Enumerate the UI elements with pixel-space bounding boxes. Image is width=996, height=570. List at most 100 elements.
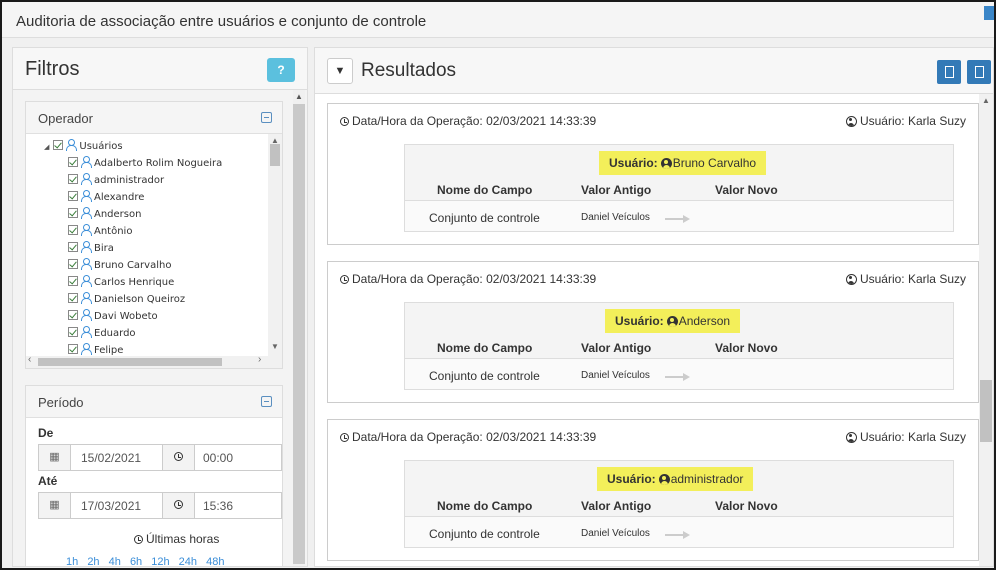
periodo-header: Período xyxy=(26,386,282,418)
tree-item[interactable]: Bruno Carvalho xyxy=(68,257,171,274)
arrow-right-icon xyxy=(665,215,691,223)
checkbox-icon[interactable] xyxy=(68,310,78,320)
scrollbar-thumb[interactable] xyxy=(980,380,992,442)
checkbox-icon[interactable] xyxy=(68,191,78,201)
results-scrollbar[interactable]: ▲ xyxy=(979,94,993,566)
ate-time-field[interactable]: 15:36 xyxy=(162,492,282,519)
cell-antigo: Daniel Veículos xyxy=(581,528,650,539)
filters-title: Filtros xyxy=(25,58,80,80)
tree-item[interactable]: Carlos Henrique xyxy=(68,274,174,291)
col-nome-campo: Nome do Campo xyxy=(437,183,533,197)
filters-scrollbar[interactable]: ▲ xyxy=(293,90,305,566)
app-window: Auditoria de associação entre usuários e… xyxy=(0,0,996,570)
change-table: Usuário: Anderson Nome do Campo Valor Ant… xyxy=(404,302,954,390)
results-header: ▼ Resultados xyxy=(315,48,993,94)
hour-link[interactable]: 6h xyxy=(130,556,142,568)
checkbox-icon[interactable] xyxy=(68,225,78,235)
tree-item[interactable]: Danielson Queiroz xyxy=(68,291,185,308)
tree-item[interactable]: Anderson xyxy=(68,206,141,223)
user-icon xyxy=(81,343,92,355)
scrollbar-thumb[interactable] xyxy=(293,104,305,564)
checkbox-icon[interactable] xyxy=(68,276,78,286)
hour-link[interactable]: 4h xyxy=(109,556,121,568)
tree-item-label: Anderson xyxy=(94,209,142,220)
expand-triangle-icon[interactable]: ◢ xyxy=(44,143,49,151)
filter-toggle-button[interactable]: ▼ xyxy=(327,58,353,84)
operador-box: Operador ◢ Usuários Adalberto Rolim Nogue… xyxy=(25,101,283,369)
results-title: Resultados xyxy=(361,60,457,81)
tree-vertical-scrollbar[interactable]: ▲ ▼ xyxy=(268,134,282,356)
operator-user: Usuário: Karla Suzy xyxy=(845,272,966,286)
user-icon xyxy=(81,241,92,253)
export-pdf-icon[interactable] xyxy=(967,60,991,84)
tree-item[interactable]: administrador xyxy=(68,172,164,189)
de-date-field[interactable]: ▦ 15/02/2021 xyxy=(38,444,164,471)
tree-item-label: Bira xyxy=(94,243,114,254)
user-icon xyxy=(81,207,92,219)
scrollbar-thumb[interactable] xyxy=(270,144,280,166)
tree-item-label: Felipe xyxy=(94,345,124,356)
tree-item[interactable]: Adalberto Rolim Nogueira xyxy=(68,155,222,172)
clock-icon xyxy=(163,493,195,518)
tree-item-label: Carlos Henrique xyxy=(94,277,175,288)
help-button[interactable]: ? xyxy=(267,58,295,82)
checkbox-icon[interactable] xyxy=(68,327,78,337)
tree-item[interactable]: Antônio xyxy=(68,223,132,240)
cell-antigo: Daniel Veículos xyxy=(581,212,650,223)
checkbox-icon[interactable] xyxy=(68,157,78,167)
scroll-up-arrow-icon[interactable]: ▲ xyxy=(295,92,303,101)
tree-item[interactable]: Bira xyxy=(68,240,114,257)
clock-icon xyxy=(340,275,349,284)
user-circle-icon xyxy=(845,274,857,285)
collapse-icon[interactable] xyxy=(261,112,272,123)
de-date-value: 15/02/2021 xyxy=(81,451,142,465)
collapse-icon[interactable] xyxy=(261,396,272,407)
user-icon xyxy=(66,139,78,151)
col-valor-antigo: Valor Antigo xyxy=(581,499,652,513)
de-time-value: 00:00 xyxy=(203,451,234,465)
checkbox-icon[interactable] xyxy=(68,208,78,218)
hour-link[interactable]: 1h xyxy=(66,556,78,568)
col-valor-antigo: Valor Antigo xyxy=(581,183,652,197)
scrollbar-thumb[interactable] xyxy=(38,358,222,366)
affected-user-badge: Usuário: Bruno Carvalho xyxy=(599,151,767,175)
checkbox-icon[interactable] xyxy=(68,174,78,184)
scroll-up-arrow-icon[interactable]: ▲ xyxy=(982,96,990,105)
ate-date-field[interactable]: ▦ 17/03/2021 xyxy=(38,492,164,519)
checkbox-icon[interactable] xyxy=(68,293,78,303)
tree-item[interactable]: Felipe xyxy=(68,342,123,356)
checkbox-icon[interactable] xyxy=(68,344,78,354)
arrow-right-icon xyxy=(665,531,691,539)
operador-header: Operador xyxy=(26,102,282,134)
scroll-down-arrow-icon[interactable]: ▼ xyxy=(271,342,279,351)
export-excel-icon[interactable] xyxy=(937,60,961,84)
tree-horizontal-scrollbar[interactable]: ‹ › xyxy=(26,354,282,368)
checkbox-icon[interactable] xyxy=(68,259,78,269)
hour-link[interactable]: 12h xyxy=(151,556,169,568)
hour-link[interactable]: 48h xyxy=(206,556,224,568)
checkbox-icon[interactable] xyxy=(53,140,64,150)
periodo-title: Período xyxy=(38,395,84,410)
clock-icon xyxy=(163,445,195,470)
calendar-icon: ▦ xyxy=(39,493,71,518)
ate-date-value: 17/03/2021 xyxy=(81,499,142,513)
scroll-left-arrow-icon[interactable]: ‹ xyxy=(28,354,31,365)
tree-item[interactable]: Alexandre xyxy=(68,189,144,206)
user-icon xyxy=(658,474,670,485)
user-icon xyxy=(81,156,92,168)
clock-icon xyxy=(134,535,143,544)
corner-badge-icon[interactable] xyxy=(984,6,994,20)
de-time-field[interactable]: 00:00 xyxy=(162,444,282,471)
hour-link[interactable]: 2h xyxy=(87,556,99,568)
tree-item[interactable]: Davi Wobeto xyxy=(68,308,158,325)
scroll-right-arrow-icon[interactable]: › xyxy=(258,354,261,365)
tree-item-label: Antônio xyxy=(94,226,133,237)
tree-item[interactable]: Eduardo xyxy=(68,325,136,342)
tree-root[interactable]: ◢ Usuários xyxy=(44,138,123,155)
hour-link[interactable]: 24h xyxy=(179,556,197,568)
change-table: Usuário: Bruno Carvalho Nome do Campo Val… xyxy=(404,144,954,232)
result-card: Data/Hora da Operação: 02/03/2021 14:33:… xyxy=(327,419,979,561)
operation-datetime: Data/Hora da Operação: 02/03/2021 14:33:… xyxy=(340,430,596,444)
checkbox-icon[interactable] xyxy=(68,242,78,252)
user-icon xyxy=(81,309,92,321)
